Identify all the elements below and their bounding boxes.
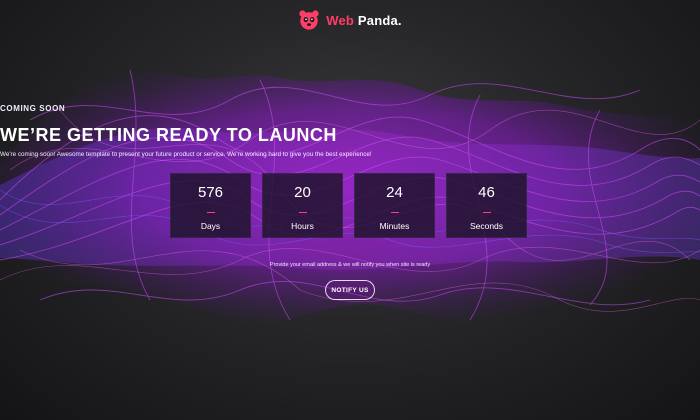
- countdown-label: Days: [200, 221, 221, 231]
- countdown-minutes: 24 Minutes: [354, 173, 435, 238]
- countdown-label: Seconds: [469, 221, 504, 231]
- countdown-hours: 20 Hours: [262, 173, 343, 238]
- brand-name-part2: Panda.: [354, 12, 402, 28]
- countdown-label: Minutes: [379, 221, 410, 231]
- panda-icon[interactable]: [298, 9, 320, 31]
- notify-us-button[interactable]: NOTIFY US: [325, 280, 375, 300]
- countdown-divider: [390, 212, 399, 213]
- countdown-divider: [482, 212, 491, 213]
- countdown-divider: [298, 212, 307, 213]
- site-header: Web Panda.: [0, 6, 700, 34]
- countdown-value: 20: [294, 184, 311, 201]
- countdown-label: Hours: [291, 221, 314, 231]
- countdown-value: 46: [478, 184, 495, 201]
- page-title: WE’RE GETTING READY TO LAUNCH: [0, 125, 337, 145]
- coming-soon-label: COMING SOON: [0, 104, 66, 113]
- countdown-days: 576 Days: [170, 173, 251, 238]
- countdown-timer: 576 Days 20 Hours 24 Minutes 46 Seconds: [170, 173, 532, 238]
- hero-description: We're coming soon! Awesome template to p…: [0, 151, 372, 158]
- brand-name-part1: Web: [326, 12, 355, 28]
- notify-description: Provide your email address & we will not…: [269, 262, 431, 268]
- countdown-value: 576: [197, 184, 224, 201]
- countdown-seconds: 46 Seconds: [446, 173, 527, 238]
- brand-name[interactable]: Web Panda.: [326, 13, 401, 28]
- countdown-value: 24: [386, 184, 403, 201]
- countdown-divider: [206, 212, 215, 213]
